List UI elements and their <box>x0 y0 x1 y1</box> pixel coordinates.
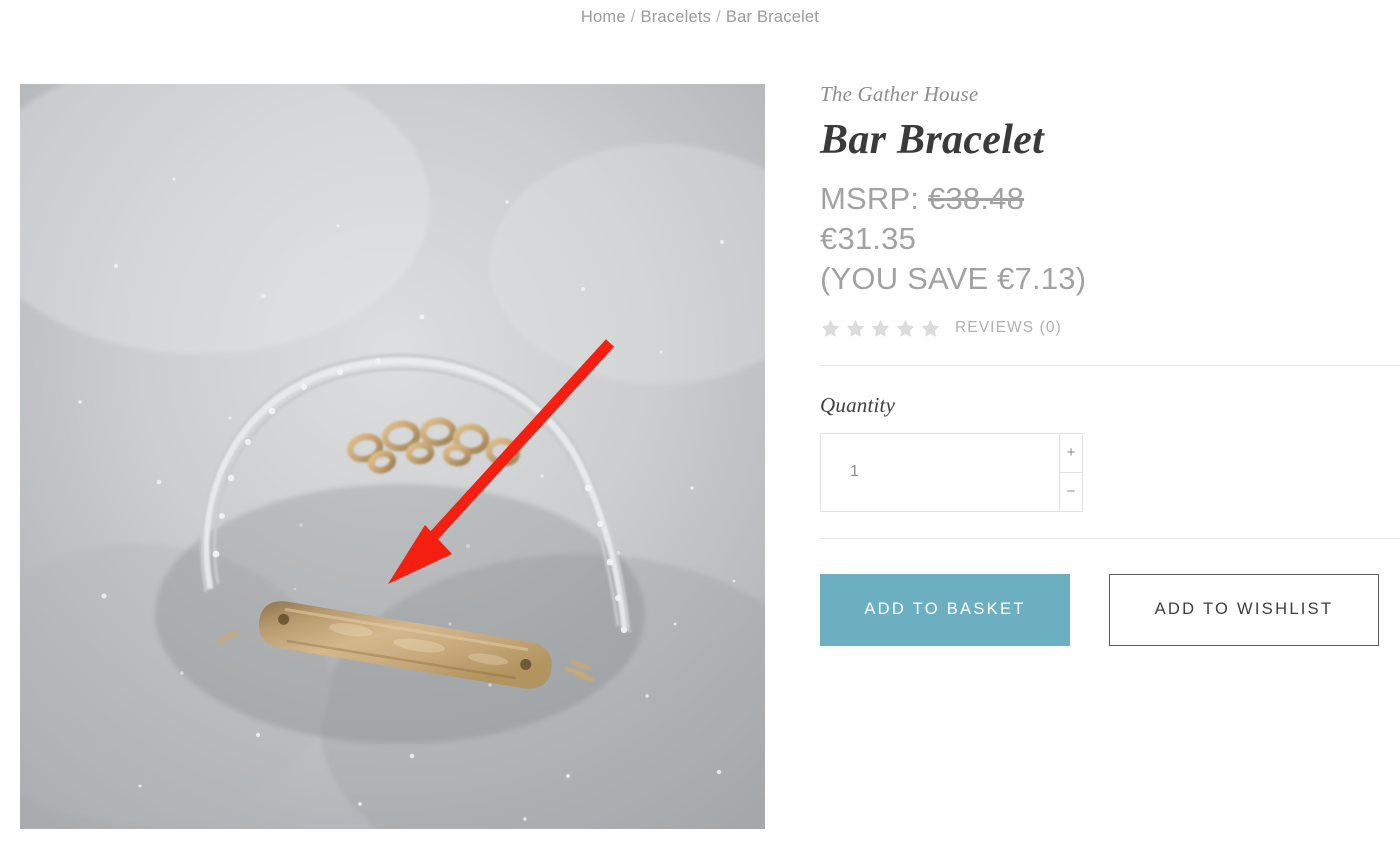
breadcrumb-item-bracelets[interactable]: Bracelets <box>641 8 712 26</box>
current-price: €31.35 <box>820 220 917 256</box>
rating-row[interactable]: REVIEWS (0) <box>820 318 1400 339</box>
product-gallery[interactable] <box>20 84 765 829</box>
quantity-decrease-button[interactable]: − <box>1060 471 1082 511</box>
quantity-stepper[interactable]: + − <box>820 432 1083 512</box>
star-icon[interactable] <box>820 318 841 339</box>
quantity-label: Quantity <box>820 392 896 417</box>
breadcrumb-item-home[interactable]: Home <box>581 8 626 26</box>
breadcrumb-item-current: Bar Bracelet <box>725 8 820 26</box>
star-icon[interactable] <box>845 318 866 339</box>
msrp-label: MSRP: <box>820 181 920 216</box>
reviews-count-label[interactable]: REVIEWS (0) <box>955 319 1062 337</box>
add-to-basket-button[interactable]: ADD TO BASKET <box>820 573 1070 646</box>
star-icon[interactable] <box>920 318 941 339</box>
quantity-input[interactable] <box>821 433 1059 511</box>
star-rating[interactable] <box>820 318 941 339</box>
star-icon[interactable] <box>870 318 891 339</box>
divider-bottom <box>820 537 1400 539</box>
breadcrumb: Home / Bracelets / Bar Bracelet <box>0 8 1400 27</box>
breadcrumb-separator: / <box>716 8 721 26</box>
quantity-buttons: + − <box>1059 433 1082 511</box>
price-block: MSRP: €38.48 €31.35 (YOU SAVE €7.13) <box>820 179 1400 299</box>
msrp-value: €38.48 <box>928 181 1025 216</box>
add-to-wishlist-button[interactable]: ADD TO WISHLIST <box>1109 573 1379 646</box>
product-image[interactable] <box>20 84 765 829</box>
page-title: Bar Bracelet <box>820 117 1045 163</box>
msrp-line: MSRP: €38.48 <box>820 179 1400 219</box>
savings-text: (YOU SAVE €7.13) <box>820 260 1087 296</box>
divider-top <box>820 364 1400 366</box>
product-photo-graphic <box>20 84 765 829</box>
star-icon[interactable] <box>895 318 916 339</box>
product-detail-page: Home / Bracelets / Bar Bracelet The Gath… <box>0 0 1400 848</box>
product-details: The Gather House Bar Bracelet MSRP: €38.… <box>820 84 1400 646</box>
action-buttons: ADD TO BASKET ADD TO WISHLIST <box>820 573 1400 646</box>
product-brand: The Gather House <box>820 82 979 106</box>
quantity-increase-button[interactable]: + <box>1060 433 1082 472</box>
breadcrumb-separator: / <box>630 8 636 26</box>
